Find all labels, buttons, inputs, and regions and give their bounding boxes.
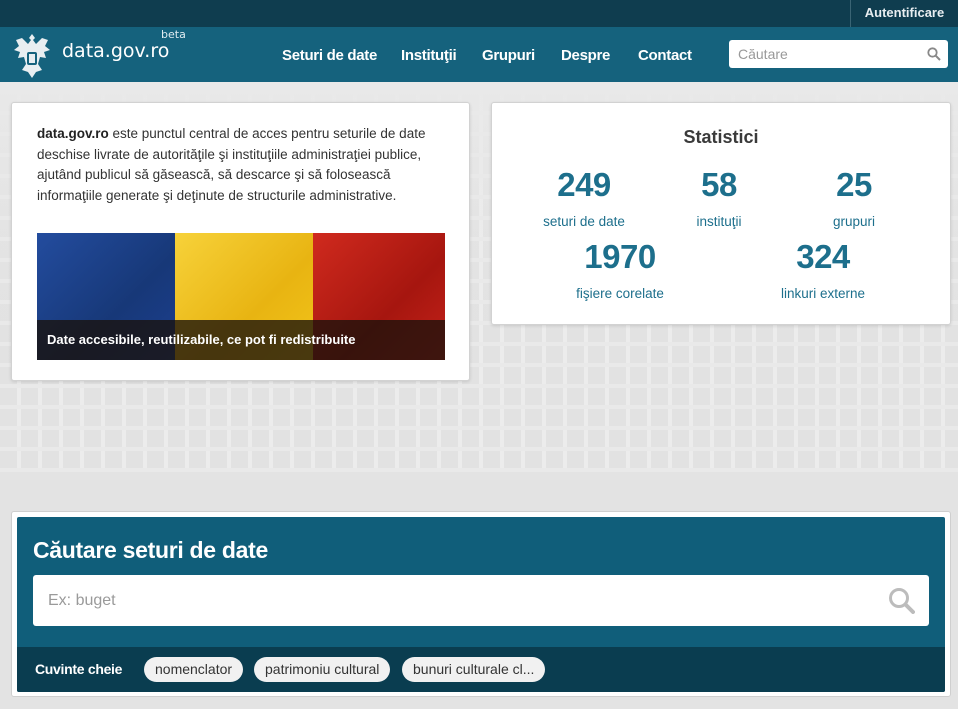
beta-badge: beta	[161, 28, 186, 41]
nav-institutions[interactable]: Instituţii	[401, 47, 457, 64]
search-icon[interactable]	[888, 587, 915, 614]
stat-files-label[interactable]: fişiere corelate	[540, 286, 700, 301]
dataset-search-box	[33, 575, 929, 626]
nav-about[interactable]: Despre	[561, 47, 610, 64]
main-navbar: data.gov.ro beta Seturi de date Instituţ…	[0, 27, 958, 82]
stat-links-label[interactable]: linkuri externe	[743, 286, 903, 301]
statistics-card: Statistici 249 seturi de date 58 institu…	[491, 102, 951, 325]
keywords-label: Cuvinte cheie	[35, 661, 123, 677]
keyword-tag[interactable]: bunuri culturale cl...	[402, 657, 546, 682]
coat-of-arms-logo-icon[interactable]	[12, 30, 52, 80]
dataset-search-panel: Căutare seturi de date Cuvinte cheie nom…	[17, 517, 945, 692]
login-link[interactable]: Autentificare	[850, 0, 958, 27]
keyword-tag[interactable]: nomenclator	[144, 657, 244, 682]
keywords-bar: Cuvinte cheie nomenclator patrimoniu cul…	[17, 647, 945, 692]
dataset-search-input[interactable]	[33, 575, 873, 626]
stat-groups-label[interactable]: grupuri	[774, 214, 934, 229]
nav-groups[interactable]: Grupuri	[482, 47, 535, 64]
top-account-bar: Autentificare	[0, 0, 958, 27]
stat-files-value[interactable]: 1970	[550, 238, 690, 276]
header-search	[729, 40, 948, 68]
stat-groups-value[interactable]: 25	[784, 166, 924, 204]
dataset-search-title: Căutare seturi de date	[33, 537, 268, 563]
search-icon[interactable]	[927, 47, 941, 61]
nav-contact[interactable]: Contact	[638, 47, 692, 64]
stat-institutions-value[interactable]: 58	[649, 166, 789, 204]
stat-datasets-value[interactable]: 249	[514, 166, 654, 204]
header-search-input[interactable]	[729, 40, 919, 68]
statistics-title: Statistici	[683, 127, 759, 147]
nav-datasets[interactable]: Seturi de date	[282, 47, 377, 64]
intro-brand: data.gov.ro	[37, 126, 109, 141]
banner-caption: Date accesibile, reutilizabile, ce pot f…	[37, 320, 445, 360]
site-logo-text[interactable]: data.gov.ro	[62, 40, 169, 62]
romanian-flag-banner: Date accesibile, reutilizabile, ce pot f…	[37, 233, 445, 360]
stat-links-value[interactable]: 324	[753, 238, 893, 276]
intro-description: data.gov.ro este punctul central de acce…	[37, 124, 432, 206]
keyword-tag[interactable]: patrimoniu cultural	[254, 657, 391, 682]
intro-card: data.gov.ro este punctul central de acce…	[11, 102, 470, 381]
